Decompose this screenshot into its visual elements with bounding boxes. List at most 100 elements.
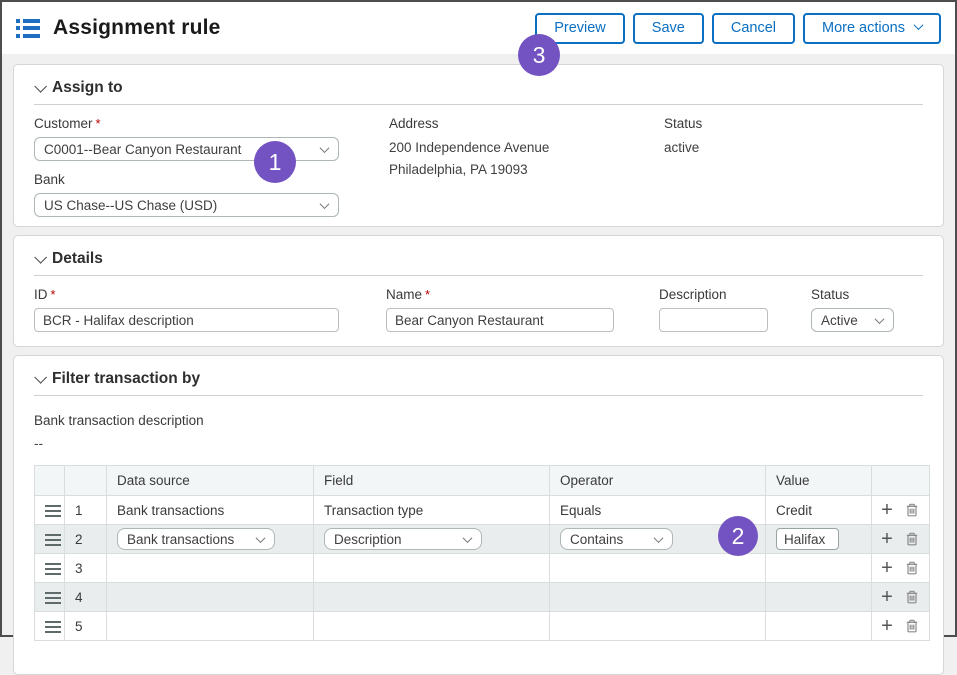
add-row-icon[interactable]: + (881, 500, 893, 520)
description-input[interactable] (659, 308, 768, 332)
more-actions-label: More actions (822, 20, 905, 36)
list-menu-icon-row (16, 19, 40, 23)
add-row-icon[interactable]: + (881, 616, 893, 636)
assign-to-title: Assign to (52, 79, 123, 97)
address-line-1: 200 Independence Avenue (389, 137, 664, 159)
value-column-header: Value (766, 466, 872, 496)
data-source-cell (107, 612, 314, 641)
assign-to-col-address: Address 200 Independence Avenue Philadel… (389, 105, 664, 217)
value-cell (766, 554, 872, 583)
row-number: 2 (65, 525, 107, 554)
chevron-down-icon (654, 533, 664, 543)
value-cell (766, 583, 872, 612)
page-title: Assignment rule (53, 16, 221, 40)
bank-transaction-description-value: -- (34, 436, 923, 451)
bank-transaction-description-label: Bank transaction description (34, 413, 923, 428)
chevron-down-icon (463, 533, 473, 543)
field-column-header: Field (314, 466, 550, 496)
rule-status-label: Status (811, 287, 923, 302)
required-asterisk: * (96, 116, 101, 131)
cancel-button[interactable]: Cancel (712, 13, 795, 44)
data-source-cell (107, 554, 314, 583)
field-cell (314, 612, 550, 641)
drag-column-header (35, 466, 65, 496)
assign-to-col-1: Customer* C0001--Bear Canyon Restaurant … (34, 105, 389, 217)
chevron-down-icon (320, 199, 330, 209)
data-source-select-value: Bank transactions (127, 532, 234, 547)
required-asterisk: * (425, 287, 430, 302)
value-cell (766, 612, 872, 641)
chevron-down-icon (320, 143, 330, 153)
collapse-chevron-icon[interactable] (34, 371, 47, 384)
operator-column-header: Operator (550, 466, 766, 496)
collapse-chevron-icon[interactable] (34, 80, 47, 93)
bank-label: Bank (34, 172, 389, 187)
customer-status-label: Status (664, 116, 923, 131)
collapse-chevron-icon[interactable] (34, 251, 47, 264)
name-label: Name* (386, 287, 659, 302)
more-actions-button[interactable]: More actions (803, 13, 941, 44)
data-source-cell: Bank transactions (107, 496, 314, 525)
assign-to-fields: Customer* C0001--Bear Canyon Restaurant … (34, 105, 923, 217)
operator-select[interactable]: Contains (560, 528, 673, 550)
operator-cell (550, 583, 766, 612)
delete-row-icon[interactable] (904, 531, 920, 547)
data-source-column-header: Data source (107, 466, 314, 496)
rule-status-value: Active (821, 313, 858, 328)
chevron-down-icon (256, 533, 266, 543)
delete-row-icon[interactable] (904, 589, 920, 605)
chevron-down-icon (914, 20, 924, 30)
top-bar: Assignment rule Preview Save Cancel More… (2, 2, 955, 54)
operator-cell (550, 612, 766, 641)
rule-status-select[interactable]: Active (811, 308, 894, 332)
save-button[interactable]: Save (633, 13, 704, 44)
filter-title: Filter transaction by (52, 370, 200, 388)
drag-handle[interactable] (45, 563, 61, 575)
table-header-row: Data source Field Operator Value (35, 466, 930, 496)
annotation-badge-3: 3 (518, 34, 560, 76)
filter-section-header: Filter transaction by (34, 364, 923, 396)
list-menu-icon[interactable] (16, 19, 40, 38)
row-number-column-header (65, 466, 107, 496)
data-source-select[interactable]: Bank transactions (117, 528, 275, 550)
annotation-badge-2: 2 (718, 516, 758, 556)
details-col-description: Description (659, 276, 811, 332)
add-row-icon[interactable]: + (881, 587, 893, 607)
delete-row-icon[interactable] (904, 502, 920, 518)
description-label: Description (659, 287, 811, 302)
filter-panel: Filter transaction by Bank transaction d… (13, 355, 944, 675)
customer-select-value: C0001--Bear Canyon Restaurant (44, 142, 241, 157)
name-input[interactable] (386, 308, 614, 332)
field-cell (314, 554, 550, 583)
value-input[interactable] (776, 528, 839, 550)
chevron-down-icon (875, 314, 885, 324)
delete-row-icon[interactable] (904, 560, 920, 576)
drag-handle[interactable] (45, 621, 61, 633)
add-row-icon[interactable]: + (881, 529, 893, 549)
field-select-value: Description (334, 532, 402, 547)
assignment-rule-page: { "header": { "title": "Assignment rule"… (0, 0, 957, 637)
data-source-cell (107, 583, 314, 612)
bank-select-value: US Chase--US Chase (USD) (44, 198, 217, 213)
details-col-name: Name* (386, 276, 659, 332)
field-cell (314, 583, 550, 612)
field-select[interactable]: Description (324, 528, 482, 550)
row-number: 4 (65, 583, 107, 612)
details-fields: ID* Name* Description Status Active (34, 276, 923, 332)
bank-select[interactable]: US Chase--US Chase (USD) (34, 193, 339, 217)
annotation-badge-1: 1 (254, 141, 296, 183)
row-number: 3 (65, 554, 107, 583)
table-row-editing: 2 Bank transactions Description (35, 525, 930, 554)
filter-rules-table: Data source Field Operator Value 1 Bank … (34, 465, 930, 641)
operator-cell (550, 554, 766, 583)
drag-handle[interactable] (45, 534, 61, 546)
add-row-icon[interactable]: + (881, 558, 893, 578)
drag-handle[interactable] (45, 505, 61, 517)
id-input[interactable] (34, 308, 339, 332)
table-row: 1 Bank transactions Transaction type Equ… (35, 496, 930, 525)
delete-row-icon[interactable] (904, 618, 920, 634)
assign-to-section-header: Assign to (34, 73, 923, 105)
details-panel: Details ID* Name* Description Status (13, 235, 944, 347)
drag-handle[interactable] (45, 592, 61, 604)
customer-status-value: active (664, 137, 923, 159)
